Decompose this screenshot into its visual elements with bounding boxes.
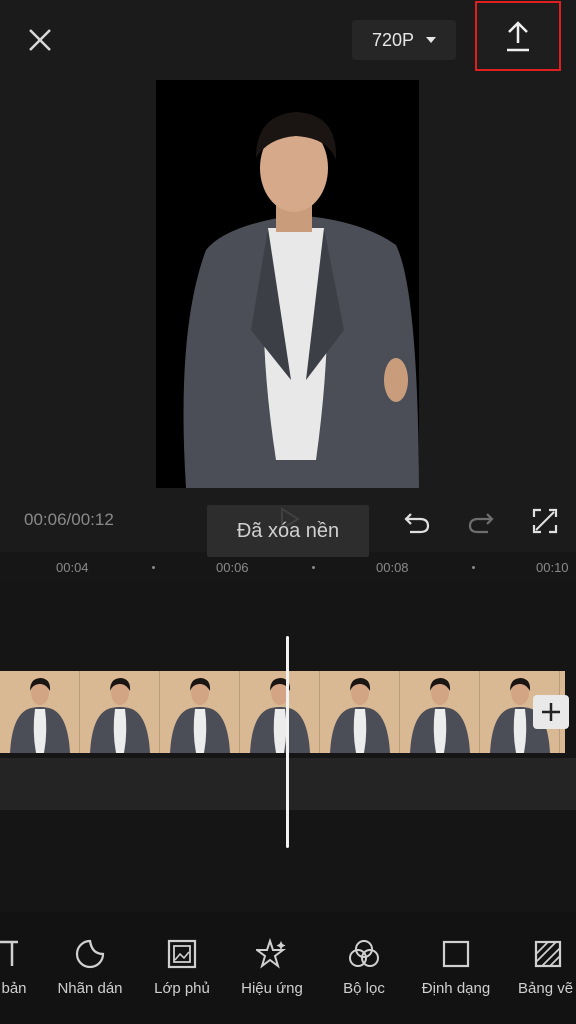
tool-label: Hiệu ứng — [241, 980, 303, 997]
tool-label: Nhãn dán — [57, 980, 123, 997]
tool-label: Lớp phủ — [154, 980, 210, 997]
canvas-icon — [534, 940, 562, 968]
ruler-dot — [472, 566, 475, 569]
fullscreen-button[interactable] — [530, 506, 560, 536]
tool-label: Bảng vẽ — [518, 980, 574, 997]
clip-thumbnail — [160, 671, 240, 753]
tool-filter[interactable]: Bộ lọc — [324, 912, 404, 1024]
redo-button[interactable] — [466, 506, 496, 536]
tool-format[interactable]: Định dạng — [414, 912, 498, 1024]
overlay-icon — [167, 939, 197, 969]
clip-thumbnail — [240, 671, 320, 753]
clip-thumbnail — [0, 671, 80, 753]
video-preview[interactable] — [156, 80, 419, 488]
video-clip[interactable] — [0, 671, 565, 753]
tool-label: bản — [1, 980, 27, 997]
person-cutout-image — [183, 112, 419, 488]
close-icon — [29, 29, 51, 51]
tool-label: Bộ lọc — [343, 980, 385, 997]
ruler-tick: 00:08 — [376, 560, 409, 575]
tool-sticker[interactable]: Nhãn dán — [50, 912, 130, 1024]
bottom-toolbar: bản Nhãn dán Lớp phủ Hiệu ứng Bộ lọc Địn… — [0, 912, 576, 1024]
undo-button[interactable] — [402, 506, 432, 536]
clip-thumbnail — [80, 671, 160, 753]
fullscreen-icon — [532, 508, 558, 534]
redo-icon — [468, 513, 494, 534]
plus-icon — [542, 703, 560, 721]
effects-icon — [256, 938, 286, 969]
ruler-tick: 00:10 — [536, 560, 569, 575]
playhead[interactable] — [286, 636, 289, 848]
export-button[interactable] — [475, 1, 561, 71]
undo-icon — [404, 513, 430, 534]
clip-thumbnail — [400, 671, 480, 753]
resolution-dropdown[interactable]: 720P — [352, 20, 456, 60]
resolution-value: 720P — [371, 29, 415, 50]
sticker-icon — [75, 939, 105, 969]
tool-text[interactable]: bản — [0, 912, 42, 1024]
filter-icon — [349, 940, 379, 967]
status-toast: Đã xóa nền — [207, 505, 369, 557]
tool-overlay[interactable]: Lớp phủ — [142, 912, 222, 1024]
tool-effects[interactable]: Hiệu ứng — [230, 912, 314, 1024]
clip-thumbnail — [320, 671, 400, 753]
ruler-tick: 00:04 — [56, 560, 89, 575]
ruler-dot — [152, 566, 155, 569]
ruler-dot — [312, 566, 315, 569]
tool-label: Định dạng — [421, 980, 491, 997]
timecode: 00:06/00:12 — [24, 510, 114, 529]
format-icon — [442, 940, 470, 968]
caret-down-icon — [426, 37, 437, 43]
add-clip-button[interactable] — [533, 695, 569, 729]
upload-icon — [507, 21, 529, 52]
text-icon — [0, 940, 18, 966]
tool-canvas[interactable]: Bảng vẽ — [510, 912, 576, 1024]
ruler-tick: 00:06 — [216, 560, 249, 575]
close-button[interactable] — [20, 20, 60, 60]
